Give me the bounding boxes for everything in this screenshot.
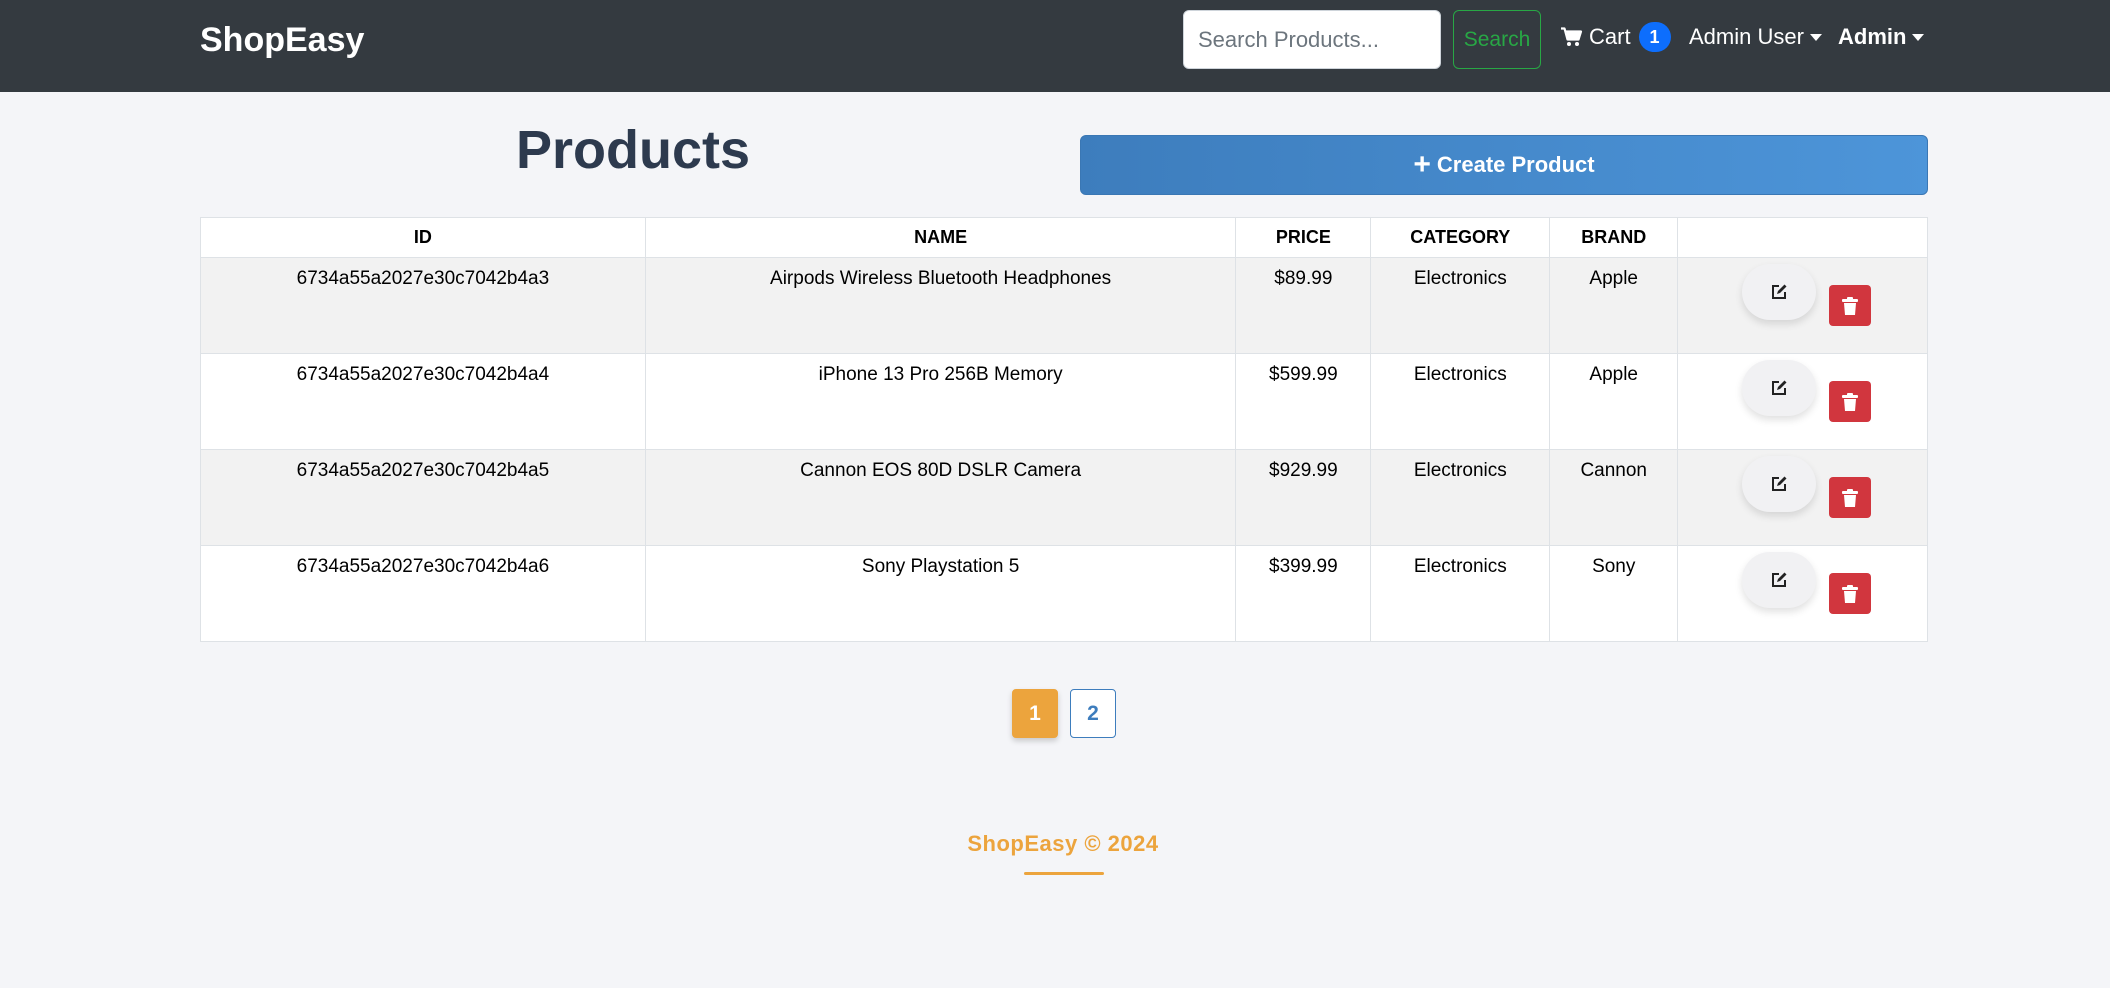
table-row: 6734a55a2027e30c7042b4a6 Sony Playstatio… xyxy=(200,545,1928,642)
column-header-id: ID xyxy=(200,217,646,258)
delete-button[interactable] xyxy=(1829,573,1872,614)
navbar: ShopEasy Search Cart 1 Admin User Admin xyxy=(0,0,2110,92)
cell-name: Cannon EOS 80D DSLR Camera xyxy=(644,449,1237,546)
trash-icon xyxy=(1842,488,1859,507)
cart-label: Cart xyxy=(1589,24,1631,49)
column-header-price: PRICE xyxy=(1235,217,1372,258)
plus-icon: + xyxy=(1413,148,1431,181)
cell-actions xyxy=(1677,545,1928,642)
cell-brand: Cannon xyxy=(1549,449,1679,546)
cell-name: iPhone 13 Pro 256B Memory xyxy=(644,353,1237,450)
cell-actions xyxy=(1677,257,1928,354)
create-product-button[interactable]: + Create Product xyxy=(1080,135,1928,195)
page-button-2[interactable]: 2 xyxy=(1070,689,1116,738)
edit-icon xyxy=(1772,284,1787,299)
brand-logo[interactable]: ShopEasy xyxy=(200,18,364,62)
delete-button[interactable] xyxy=(1829,477,1872,518)
cell-category: Electronics xyxy=(1370,545,1551,642)
cell-price: $929.99 xyxy=(1235,449,1372,546)
cart-icon xyxy=(1561,27,1583,46)
cell-category: Electronics xyxy=(1370,449,1551,546)
user-menu-dropdown[interactable]: Admin User xyxy=(1689,22,1822,52)
trash-icon xyxy=(1842,296,1859,315)
edit-icon xyxy=(1772,380,1787,395)
admin-menu-dropdown[interactable]: Admin xyxy=(1838,22,1925,52)
edit-button[interactable] xyxy=(1742,456,1817,512)
user-menu-label: Admin User xyxy=(1689,24,1804,49)
page-button-1[interactable]: 1 xyxy=(1012,689,1058,738)
delete-button[interactable] xyxy=(1829,285,1872,326)
trash-icon xyxy=(1842,392,1859,411)
cell-brand: Apple xyxy=(1549,257,1679,354)
cell-category: Electronics xyxy=(1370,257,1551,354)
column-header-brand: BRAND xyxy=(1549,217,1679,258)
cell-brand: Sony xyxy=(1549,545,1679,642)
caret-down-icon xyxy=(1912,33,1925,41)
cell-price: $89.99 xyxy=(1235,257,1372,354)
products-table: ID NAME PRICE CATEGORY BRAND 6734a55a202… xyxy=(200,217,1928,642)
table-row: 6734a55a2027e30c7042b4a3 Airpods Wireles… xyxy=(200,257,1928,354)
cart-link[interactable]: Cart 1 xyxy=(1561,22,1671,52)
cell-actions xyxy=(1677,353,1928,450)
cell-name: Sony Playstation 5 xyxy=(644,545,1237,642)
page-title: Products xyxy=(516,120,751,180)
admin-menu-label: Admin xyxy=(1838,24,1907,49)
column-header-actions xyxy=(1677,217,1928,258)
search-input[interactable] xyxy=(1183,10,1441,69)
cell-id: 6734a55a2027e30c7042b4a5 xyxy=(200,449,646,546)
cell-category: Electronics xyxy=(1370,353,1551,450)
cell-id: 6734a55a2027e30c7042b4a4 xyxy=(200,353,646,450)
edit-button[interactable] xyxy=(1742,360,1817,416)
cell-name: Airpods Wireless Bluetooth Headphones xyxy=(644,257,1237,354)
table-row: 6734a55a2027e30c7042b4a4 iPhone 13 Pro 2… xyxy=(200,353,1928,450)
footer-copyright: ShopEasy © 2024 xyxy=(967,831,1159,856)
edit-icon xyxy=(1772,572,1787,587)
table-header-row: ID NAME PRICE CATEGORY BRAND xyxy=(200,217,1928,258)
cell-actions xyxy=(1677,449,1928,546)
cell-id: 6734a55a2027e30c7042b4a6 xyxy=(200,545,646,642)
edit-button[interactable] xyxy=(1742,552,1817,608)
column-header-category: CATEGORY xyxy=(1370,217,1551,258)
cell-brand: Apple xyxy=(1549,353,1679,450)
table-row: 6734a55a2027e30c7042b4a5 Cannon EOS 80D … xyxy=(200,449,1928,546)
cell-id: 6734a55a2027e30c7042b4a3 xyxy=(200,257,646,354)
cell-price: $399.99 xyxy=(1235,545,1372,642)
footer-underline xyxy=(1024,872,1104,875)
create-product-label: Create Product xyxy=(1436,152,1595,177)
caret-down-icon xyxy=(1809,33,1822,41)
column-header-name: NAME xyxy=(644,217,1237,258)
trash-icon xyxy=(1842,584,1859,603)
search-button[interactable]: Search xyxy=(1453,10,1541,69)
edit-button[interactable] xyxy=(1742,264,1817,320)
cart-count-badge: 1 xyxy=(1638,22,1671,52)
cell-price: $599.99 xyxy=(1235,353,1372,450)
delete-button[interactable] xyxy=(1829,381,1872,422)
edit-icon xyxy=(1772,476,1787,491)
